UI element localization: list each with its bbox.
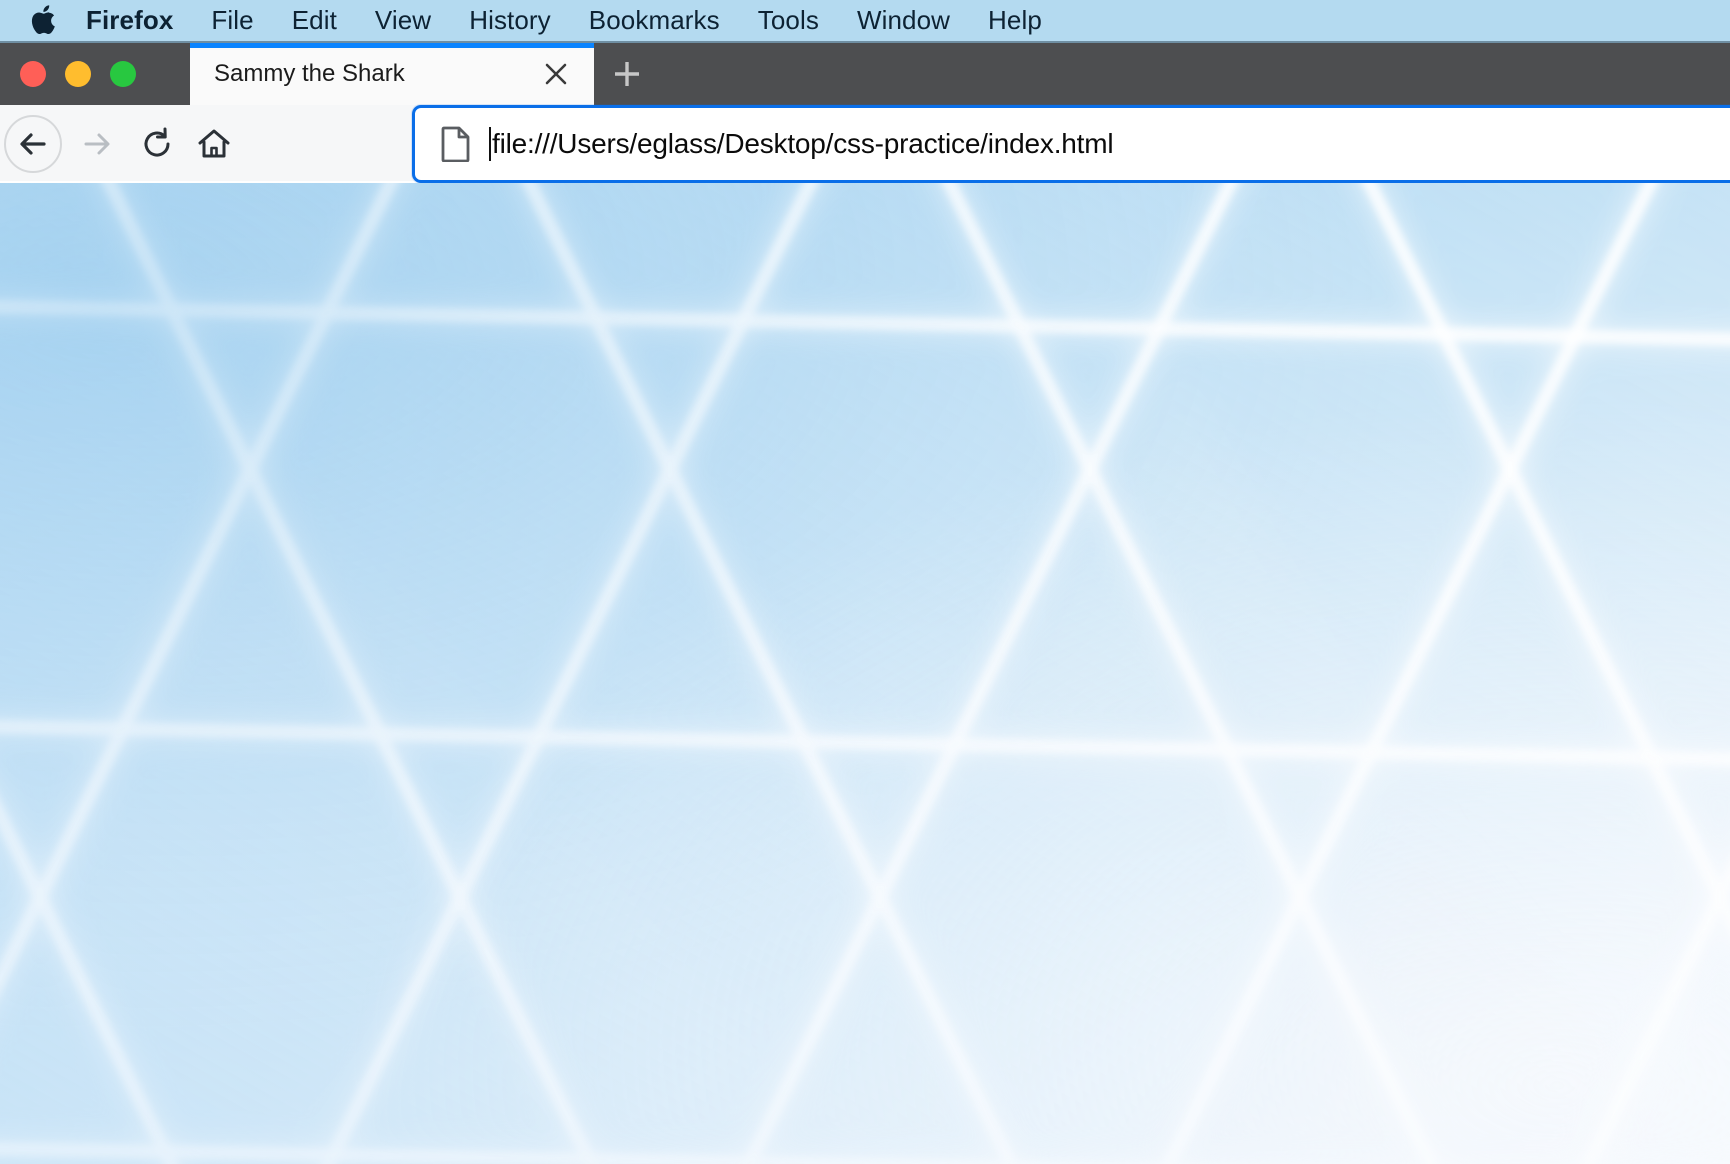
tab-strip: Sammy the Shark bbox=[0, 43, 1730, 105]
menu-item-view[interactable]: View bbox=[356, 0, 450, 42]
menu-item-tools[interactable]: Tools bbox=[739, 0, 838, 42]
menu-item-help[interactable]: Help bbox=[969, 0, 1061, 42]
apple-logo-icon[interactable] bbox=[28, 4, 58, 38]
close-icon[interactable] bbox=[540, 58, 572, 90]
arrow-left-icon[interactable] bbox=[4, 115, 62, 173]
window-traffic-lights bbox=[0, 43, 190, 105]
browser-tab[interactable]: Sammy the Shark bbox=[190, 43, 594, 105]
arrow-right-icon bbox=[68, 115, 126, 173]
address-bar-text[interactable]: file:///Users/eglass/Desktop/css-practic… bbox=[492, 128, 1114, 160]
menu-item-firefox[interactable]: Firefox bbox=[80, 0, 192, 42]
new-tab-button[interactable] bbox=[596, 43, 658, 105]
reload-icon[interactable] bbox=[128, 115, 186, 173]
menu-item-edit[interactable]: Edit bbox=[273, 0, 356, 42]
menu-item-bookmarks[interactable]: Bookmarks bbox=[570, 0, 739, 42]
page-content-viewport bbox=[0, 183, 1730, 1164]
tab-active-indicator bbox=[190, 43, 594, 48]
tab-title: Sammy the Shark bbox=[214, 60, 405, 87]
minimize-window-button[interactable] bbox=[65, 61, 91, 87]
menu-item-history[interactable]: History bbox=[450, 0, 570, 42]
address-bar[interactable]: file:///Users/eglass/Desktop/css-practic… bbox=[412, 105, 1730, 183]
close-window-button[interactable] bbox=[20, 61, 46, 87]
menu-item-file[interactable]: File bbox=[192, 0, 272, 42]
home-icon[interactable] bbox=[185, 115, 243, 173]
maximize-window-button[interactable] bbox=[110, 61, 136, 87]
mac-menu-bar: Firefox File Edit View History Bookmarks… bbox=[0, 0, 1730, 43]
text-cursor bbox=[489, 127, 491, 161]
triangular-lattice-background bbox=[0, 183, 1730, 1164]
menu-item-window[interactable]: Window bbox=[838, 0, 969, 42]
page-document-icon bbox=[439, 125, 473, 163]
